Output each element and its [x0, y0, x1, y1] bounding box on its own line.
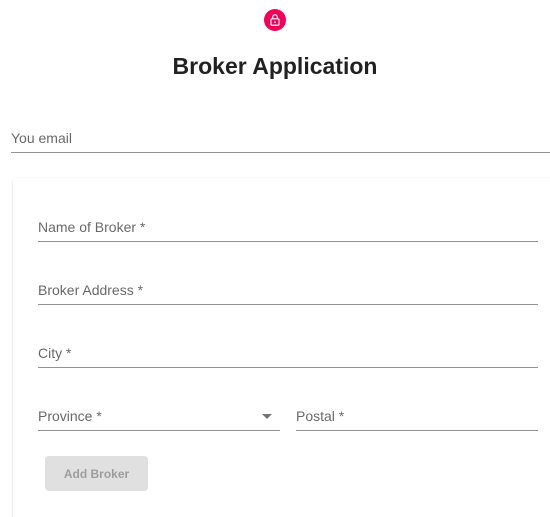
broker-name-field[interactable]: Name of Broker *: [38, 212, 538, 242]
broker-application-page: Broker Application You email Name of Bro…: [0, 0, 550, 517]
broker-address-underline: [38, 304, 538, 305]
province-select[interactable]: Province *: [38, 400, 280, 431]
province-underline: [38, 430, 280, 431]
add-broker-button[interactable]: Add Broker: [45, 456, 148, 491]
postal-underline: [296, 430, 538, 431]
broker-address-field[interactable]: Broker Address *: [38, 275, 538, 305]
broker-address-label: Broker Address *: [38, 282, 144, 298]
province-label: Province *: [38, 408, 102, 424]
city-field[interactable]: City *: [38, 338, 538, 368]
email-field-underline: [11, 152, 550, 153]
lock-icon: [270, 14, 280, 26]
city-label: City *: [38, 345, 72, 361]
email-field-label: You email: [11, 130, 72, 146]
postal-field[interactable]: Postal *: [296, 400, 538, 431]
lock-avatar: [264, 9, 286, 31]
dropdown-arrow-icon[interactable]: [262, 414, 272, 419]
city-underline: [38, 367, 538, 368]
email-field[interactable]: You email: [11, 124, 550, 153]
page-title: Broker Application: [172, 53, 378, 79]
broker-name-label: Name of Broker *: [38, 219, 146, 235]
postal-label: Postal *: [296, 408, 345, 424]
broker-name-underline: [38, 241, 538, 242]
